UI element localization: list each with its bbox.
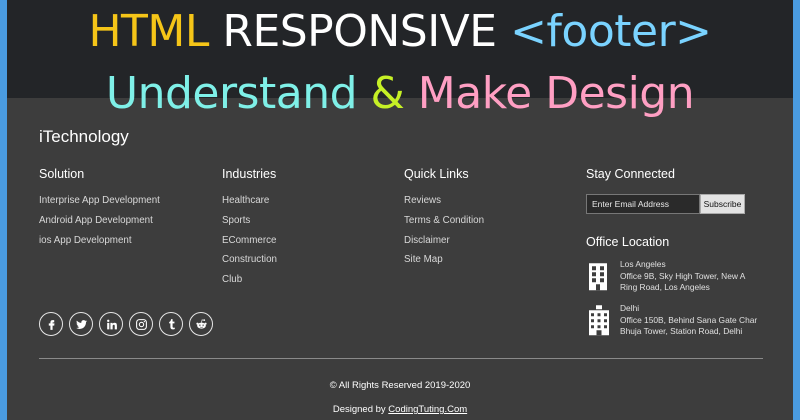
banner-word-ampersand: & bbox=[370, 68, 405, 119]
page-frame: HTML RESPONSIVE <footer> Understand & Ma… bbox=[7, 0, 793, 420]
footer-link[interactable]: ECommerce bbox=[222, 235, 277, 255]
facebook-icon[interactable] bbox=[39, 312, 63, 336]
column-heading: Solution bbox=[39, 167, 85, 181]
office-address-line: Office 150B, Behind Sana Gate Char bbox=[620, 314, 758, 325]
title-banner: HTML RESPONSIVE <footer> Understand & Ma… bbox=[7, 0, 793, 119]
twitter-icon[interactable] bbox=[69, 312, 93, 336]
office-los-angeles: Los Angeles Office 9B, Sky High Tower, N… bbox=[586, 259, 766, 294]
banner-title-line1: HTML RESPONSIVE <footer> bbox=[7, 6, 793, 58]
designed-by-prefix: Designed by bbox=[332, 404, 389, 415]
footer-link[interactable]: Site Map bbox=[404, 254, 484, 274]
copyright-text: © All Rights Reserved 2019-2020 bbox=[329, 380, 471, 391]
linkedin-icon[interactable] bbox=[99, 312, 123, 336]
tumblr-icon[interactable] bbox=[159, 312, 183, 336]
banner-title-line2: Understand & Make Design bbox=[7, 68, 793, 120]
footer-link[interactable]: Disclaimer bbox=[404, 235, 484, 255]
banner-word-html: HTML bbox=[88, 6, 209, 57]
column-heading: Stay Connected bbox=[586, 167, 675, 181]
office-building-icon bbox=[589, 305, 609, 336]
instagram-icon[interactable] bbox=[129, 312, 153, 336]
office-address-line: Bhuja Tower, Station Road, Delhi bbox=[620, 326, 743, 336]
subscribe-form: Subscribe bbox=[586, 194, 776, 214]
banner-word-understand: Understand bbox=[105, 68, 371, 119]
office-address-line: Office 9B, Sky High Tower, New A bbox=[620, 270, 746, 281]
office-location-heading: Office Location bbox=[586, 235, 670, 249]
column-heading: Industries bbox=[222, 167, 277, 181]
column-heading: Quick Links bbox=[404, 167, 469, 181]
email-input[interactable] bbox=[586, 194, 700, 214]
office-city: Los Angeles bbox=[620, 259, 666, 269]
footer-column-industries: Industries Healthcare Sports ECommerce C… bbox=[222, 167, 277, 294]
subscribe-button[interactable]: Subscribe bbox=[700, 194, 745, 214]
footer-link[interactable]: Construction bbox=[222, 254, 277, 274]
banner-word-make-design: Make Design bbox=[404, 68, 695, 119]
banner-word-footer: <footer> bbox=[510, 6, 712, 57]
footer-column-quick-links: Quick Links Reviews Terms & Condition Di… bbox=[404, 167, 484, 274]
office-address-line: Ring Road, Los Angeles bbox=[620, 282, 710, 292]
footer-link[interactable]: Interprise App Development bbox=[39, 195, 160, 215]
footer-column-stay-connected: Stay Connected Subscribe Office Location… bbox=[586, 167, 776, 357]
reddit-icon[interactable] bbox=[189, 312, 213, 336]
building-icon bbox=[589, 263, 607, 291]
social-links bbox=[39, 312, 213, 336]
footer-column-solution: Solution Interprise App Development Andr… bbox=[39, 167, 160, 254]
footer-link[interactable]: Club bbox=[222, 274, 277, 294]
office-delhi: Delhi Office 150B, Behind Sana Gate Char… bbox=[586, 303, 766, 338]
banner-word-responsive: RESPONSIVE bbox=[208, 6, 511, 57]
footer-link[interactable]: Reviews bbox=[404, 195, 484, 215]
designed-by-text: Designed by CodingTuting.Com bbox=[7, 404, 793, 415]
footer-link[interactable]: Sports bbox=[222, 215, 277, 235]
footer-link[interactable]: ios App Development bbox=[39, 235, 160, 255]
designer-link[interactable]: CodingTuting.Com bbox=[388, 404, 467, 415]
brand-name: iTechnology bbox=[39, 127, 129, 146]
footer-link[interactable]: Terms & Condition bbox=[404, 215, 484, 235]
office-city: Delhi bbox=[620, 303, 640, 313]
footer-link[interactable]: Healthcare bbox=[222, 195, 277, 215]
footer-divider bbox=[39, 358, 763, 359]
footer-link[interactable]: Android App Development bbox=[39, 215, 160, 235]
